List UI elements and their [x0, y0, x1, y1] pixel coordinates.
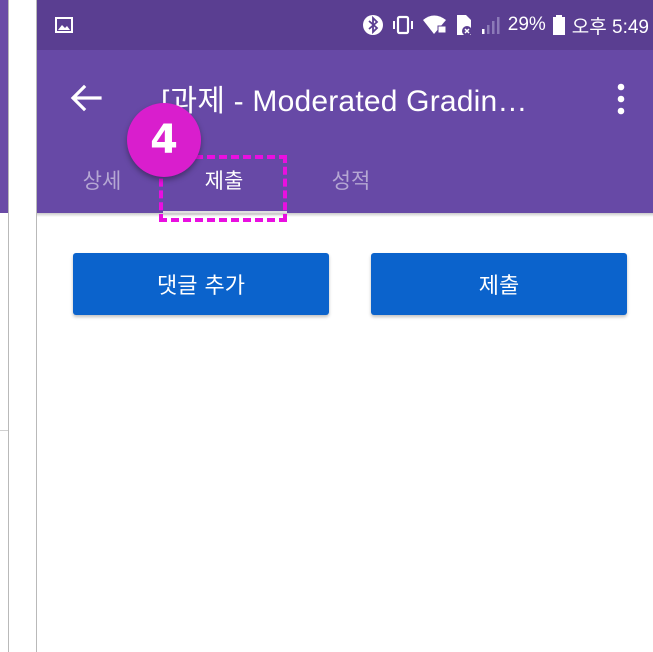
previous-screen-divider	[0, 430, 8, 431]
battery-percent: 29%	[507, 14, 546, 35]
phone-screen: 29% 오후 5:49 [과제 - Moderated Gradin… 상세 제…	[37, 0, 653, 652]
wifi-locked-icon	[422, 15, 447, 34]
previous-screen-edge	[0, 0, 9, 652]
arrow-left-icon[interactable]	[70, 84, 102, 112]
battery-icon	[552, 15, 565, 35]
page-title: [과제 - Moderated Gradin…	[161, 85, 528, 118]
bluetooth-icon	[362, 15, 383, 35]
more-vert-icon[interactable]	[615, 82, 627, 116]
submit-button[interactable]: 제출	[371, 253, 627, 315]
image-icon	[55, 17, 73, 33]
sim-no-signal-icon	[456, 15, 472, 36]
status-bar: 29% 오후 5:49	[37, 0, 653, 50]
previous-screen-appbar	[0, 0, 8, 213]
app-bar-shadow	[37, 213, 653, 217]
signal-icon	[481, 17, 500, 34]
add-comment-button[interactable]: 댓글 추가	[73, 253, 329, 315]
status-icons: 29% 오후 5:49	[362, 12, 649, 38]
step-number-badge: 4	[127, 103, 201, 177]
previous-screen-border	[8, 0, 9, 652]
tab-bar: 상세 제출 성적	[37, 147, 653, 213]
vibrate-icon	[392, 15, 413, 35]
tab-grades[interactable]: 성적	[305, 147, 397, 213]
clock: 오후 5:49	[571, 16, 649, 38]
